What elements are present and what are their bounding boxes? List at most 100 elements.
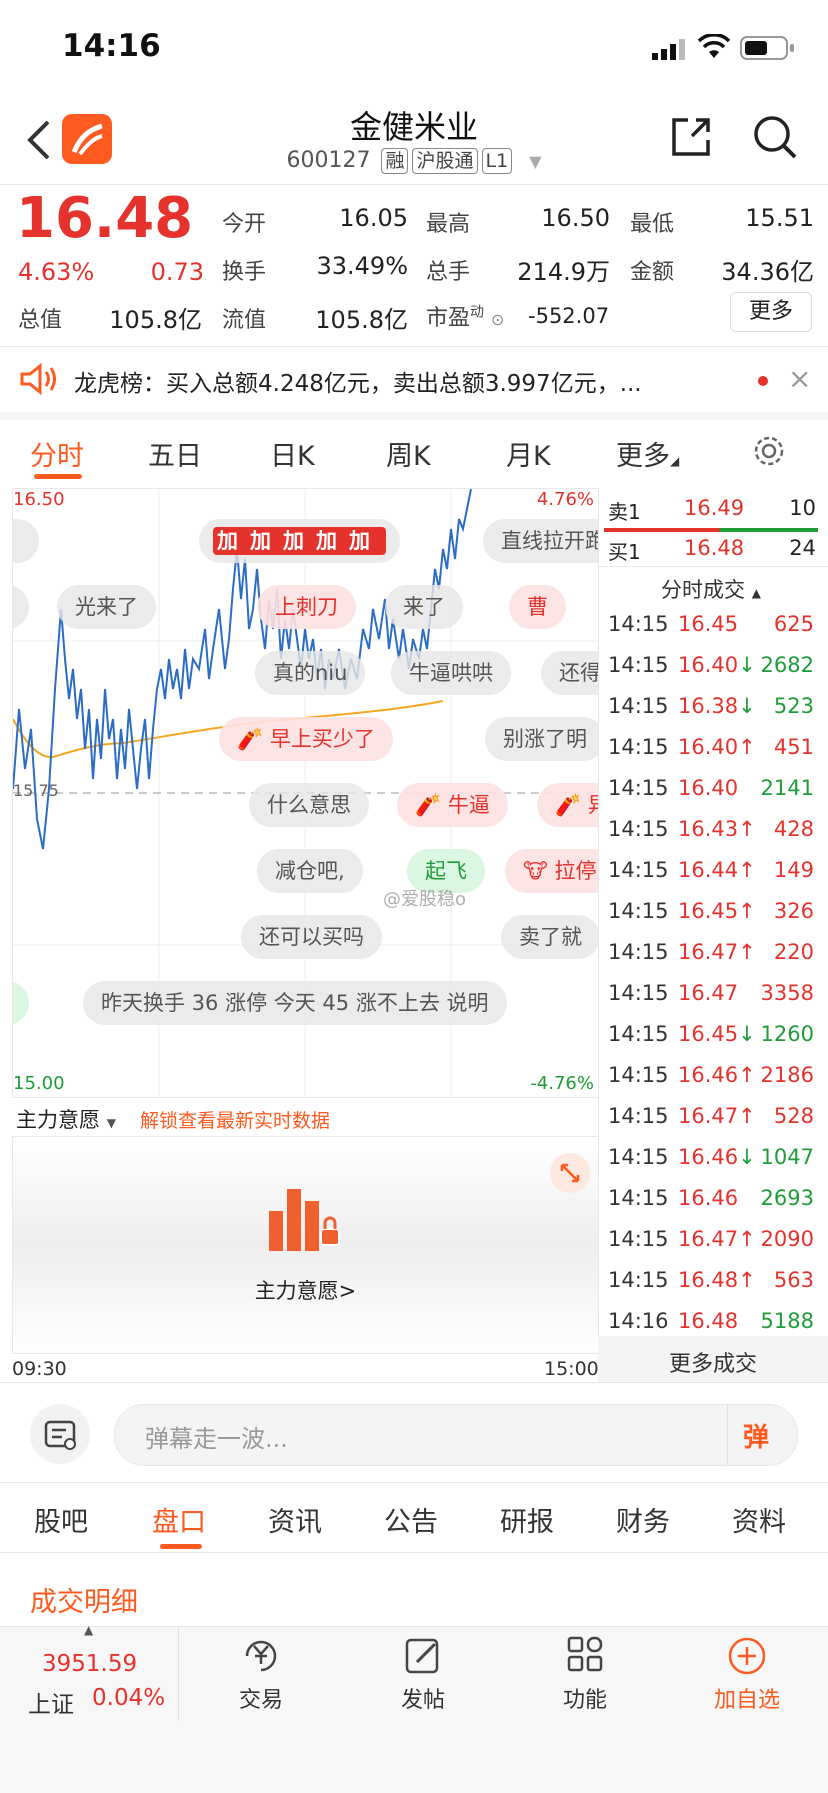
section-title: 成交明细: [30, 1587, 138, 1618]
pe-label-text: 市盈: [426, 306, 471, 331]
trade-price-value: 16.47: [678, 940, 739, 964]
danmaku-bubble[interactable]: 🐮 拉停: [505, 849, 598, 893]
trade-price: 16.47↑: [678, 940, 756, 964]
trade-time: 14:15: [608, 776, 669, 800]
danmaku-bubble[interactable]: 卖了就: [501, 915, 598, 959]
share-button[interactable]: [668, 114, 714, 164]
tab-research[interactable]: 研报: [500, 1500, 554, 1539]
more-trades-button[interactable]: 更多成交: [598, 1346, 828, 1378]
trade-price-value: 16.47: [678, 1104, 739, 1128]
indicator-dropdown-label: 主力意愿: [16, 1108, 100, 1132]
caret-up-icon: ▲: [84, 1623, 94, 1637]
tab-intraday[interactable]: 分时: [30, 434, 84, 473]
danmaku-bubble[interactable]: 直线拉开跑: [483, 519, 598, 563]
search-button[interactable]: [752, 114, 798, 164]
danmaku-bubble[interactable]: 减仓吧,: [257, 849, 363, 893]
trade-row: 14:15 16.46 2693: [604, 1186, 818, 1227]
trade-time: 14:15: [608, 735, 669, 759]
settings-button[interactable]: [752, 434, 786, 472]
unlock-link[interactable]: 解锁查看最新实时数据: [140, 1106, 330, 1133]
speaker-icon: [20, 362, 56, 396]
danmaku-bubble[interactable]: 来了: [385, 585, 463, 629]
nav-functions-label: 功能: [562, 1688, 607, 1713]
danmaku-bubble[interactable]: 别涨了明: [485, 717, 598, 761]
tab-news[interactable]: 资讯: [268, 1500, 322, 1539]
close-icon[interactable]: ×: [788, 362, 811, 395]
trade-row: 14:15 16.48↑ 563: [604, 1268, 818, 1309]
danmaku-bubble[interactable]: 还得: [541, 651, 598, 695]
danmaku-bubble[interactable]: 曹: [509, 585, 566, 629]
danmaku-send-button[interactable]: 弹: [743, 1417, 769, 1454]
caret-up-icon: ▲: [751, 586, 761, 600]
more-button[interactable]: 更多: [730, 292, 812, 332]
price-chart[interactable]: 16.50 15.75 15.00 4.76% -4.76% 加加加加加 直线拉…: [12, 488, 599, 1098]
trade-price-value: 16.48: [678, 1268, 739, 1292]
danmaku-settings-button[interactable]: [30, 1404, 90, 1464]
trade-row: 14:15 16.40 2141: [604, 776, 818, 817]
nav-functions[interactable]: 功能: [520, 1634, 650, 1714]
danmaku-bubble[interactable]: 🧨 早上买少了: [219, 717, 393, 761]
pe-label: 市盈动 ⊙: [426, 300, 504, 332]
danmaku-bubble[interactable]: 光来了: [57, 585, 156, 629]
bottom-tab-indicator: [160, 1544, 202, 1549]
tab-finance[interactable]: 财务: [616, 1500, 670, 1539]
nav-add-watchlist[interactable]: 加自选: [682, 1634, 812, 1714]
tab-daily-k[interactable]: 日K: [270, 434, 315, 473]
indicator-dropdown[interactable]: 主力意愿 ▼: [16, 1104, 116, 1134]
trade-price-value: 16.40: [678, 735, 739, 759]
trade-price: 16.48↑: [678, 1268, 756, 1292]
tag-level: L1: [481, 148, 513, 174]
trade-row: 14:15 16.46↓ 1047: [604, 1145, 818, 1186]
danmaku-bubble[interactable]: 🧨 异: [537, 783, 598, 827]
nav-trade-label: 交易: [238, 1688, 283, 1713]
y-axis-mid: 15.75: [13, 781, 59, 800]
trade-arrow: ↓: [738, 1145, 756, 1169]
danmaku-bubble[interactable]: 真的niu: [255, 651, 366, 695]
indicator-center-label[interactable]: 主力意愿>: [13, 1275, 598, 1305]
trade-volume: 528: [773, 1104, 814, 1128]
low-value: 15.51: [745, 204, 814, 232]
tab-profile[interactable]: 资料: [732, 1500, 786, 1539]
nav-post[interactable]: 发帖: [358, 1634, 488, 1714]
notice-bar[interactable]: 龙虎榜：买入总额4.248亿元，卖出总额3.997亿元，... ×: [0, 348, 828, 412]
trade-price: 16.47: [678, 981, 738, 1005]
danmaku-bubble[interactable]: 牛逼哄哄: [391, 651, 511, 695]
trade-price-value: 16.46: [678, 1186, 739, 1210]
danmaku-bubble[interactable]: 昨天换手 36 涨停 今天 45 涨不上去 说明: [83, 981, 507, 1025]
danmaku-bubble[interactable]: 什么意思: [249, 783, 369, 827]
index-value[interactable]: 3951.59: [42, 1651, 137, 1677]
danmaku-bubble[interactable]: 🧨 牛逼: [397, 783, 508, 827]
trade-row: 14:15 16.38↓ 523: [604, 694, 818, 735]
nav-trade[interactable]: 交易: [196, 1634, 326, 1714]
tab-orderbook[interactable]: 盘口: [152, 1500, 206, 1539]
change-percent: 4.63%: [18, 258, 95, 286]
order-book: 卖1 16.49 10 买1 16.48 24: [604, 494, 818, 566]
trades-header[interactable]: 分时成交 ▲: [604, 574, 818, 604]
tab-announcements[interactable]: 公告: [384, 1500, 438, 1539]
share-icon: [672, 118, 710, 156]
indicator-panel[interactable]: 主力意愿>: [12, 1136, 599, 1354]
trade-price: 16.46↑: [678, 1063, 756, 1087]
danmaku-bubble[interactable]: 还可以买吗: [241, 915, 382, 959]
danmaku-bubble[interactable]: 加加加加加: [199, 519, 400, 563]
tab-monthly-k[interactable]: 月K: [506, 434, 551, 473]
tab-five-day[interactable]: 五日: [148, 434, 202, 473]
tab-more[interactable]: 更多◢: [616, 434, 679, 473]
expand-button[interactable]: [550, 1153, 590, 1193]
status-time: 14:16: [62, 28, 161, 64]
trade-time: 14:15: [608, 653, 669, 677]
trade-price-value: 16.40: [678, 776, 739, 800]
pe-sup: 动: [470, 304, 485, 321]
notice-text: 龙虎榜：买入总额4.248亿元，卖出总额3.997亿元，...: [74, 371, 642, 397]
trade-price-value: 16.46: [678, 1145, 739, 1169]
trade-row: 14:15 16.47↑ 220: [604, 940, 818, 981]
danmaku-input[interactable]: 弹幕走一波... 弹: [114, 1404, 798, 1466]
trade-price: 16.46: [678, 1186, 738, 1210]
trade-time: 14:15: [608, 1022, 669, 1046]
tab-weekly-k[interactable]: 周K: [386, 434, 431, 473]
danmaku-settings-icon: [44, 1420, 76, 1450]
trade-volume: 149: [773, 858, 814, 882]
trade-time: 14:15: [608, 817, 669, 841]
tab-forum[interactable]: 股吧: [34, 1500, 88, 1539]
danmaku-bubble[interactable]: 上刺刀: [257, 585, 356, 629]
